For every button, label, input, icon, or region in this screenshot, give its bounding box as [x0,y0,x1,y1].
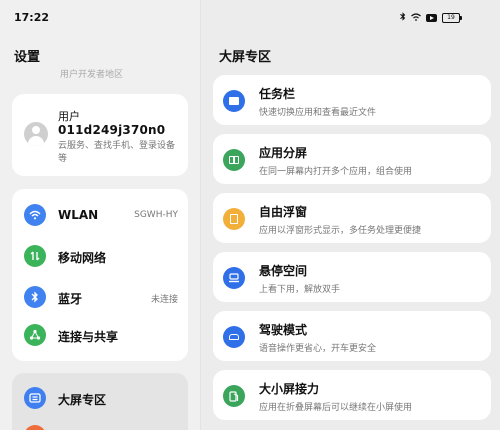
feature-description: 语音操作更省心，开车更安全 [259,344,377,354]
feature-description: 上看下用，解放双手 [259,285,341,295]
large-screen-title: 大屏专区 [219,50,272,65]
hover-space-icon [223,267,245,289]
share-icon [24,324,46,346]
feature-title: 大小屏接力 [259,382,320,396]
status-time: 17:22 [14,11,50,24]
account-card[interactable]: 用户 011d249j370n0 云服务、查找手机、登录设备等 [12,94,188,176]
account-id: 011d249j370n0 [58,123,166,137]
settings-item-bluetooth[interactable]: 蓝牙 未连接 [12,279,188,315]
connectivity-list: WLAN SGWH-HY 移动网络 蓝牙 未连接 连接与共享 [12,189,188,361]
feature-floating-window[interactable]: 自由浮窗 应用以浮窗形式显示，多任务处理更便捷 [213,193,491,243]
large-screen-icon [24,387,46,409]
video-icon [426,14,437,22]
feature-screen-relay[interactable]: 大小屏接力 应用在折叠屏幕后可以继续在小屏使用 [213,370,491,420]
feature-hover-space[interactable]: 悬停空间 上看下用，解放双手 [213,252,491,302]
floating-window-icon [223,208,245,230]
bluetooth-icon [400,12,406,24]
feature-taskbar[interactable]: 任务栏 快速切换应用和查看最近文件 [213,75,491,125]
feature-driving-mode[interactable]: 驾驶模式 语音操作更省心，开车更安全 [213,311,491,361]
settings-title: 设置 [14,50,41,65]
bluetooth-icon [24,286,46,308]
feature-description: 应用以浮窗形式显示，多任务处理更便捷 [259,226,422,236]
feature-split-screen[interactable]: 应用分屏 在同一屏幕内打开多个应用，组合使用 [213,134,491,184]
avatar [24,122,48,146]
scrolled-faded-text: 用户开发者地区 [60,70,124,80]
split-screen-icon [223,149,245,171]
settings-item-value: SGWH-HY [134,210,178,220]
settings-item-mobile-network[interactable]: 移动网络 [12,238,188,274]
settings-item-label: 移动网络 [58,251,107,265]
settings-item-label: 大屏专区 [58,393,107,407]
settings-pane: 17:22 设置 用户开发者地区 用户 011d249j370n0 云服务、查找… [0,0,200,430]
feature-title: 悬停空间 [259,264,308,278]
settings-item-connection-sharing[interactable]: 连接与共享 [12,317,188,353]
status-icons: 19 [400,12,462,24]
account-label: 用户 [58,110,80,123]
feature-description: 在同一屏幕内打开多个应用，组合使用 [259,167,413,177]
feature-title: 驾驶模式 [259,323,308,337]
feature-title: 任务栏 [259,87,296,101]
battery-icon: 19 [442,13,462,23]
mobile-network-icon [24,245,46,267]
car-icon [223,326,245,348]
feature-description: 快速切换应用和查看最近文件 [259,108,377,118]
settings-item-large-screen[interactable]: 大屏专区 [12,380,188,416]
screen-relay-icon [223,385,245,407]
taskbar-icon [223,90,245,112]
wifi-icon [24,204,46,226]
account-description: 云服务、查找手机、登录设备等 [58,141,176,164]
feature-title: 应用分屏 [259,146,308,160]
settings-item-label: WLAN [58,208,99,222]
settings-item-label: 连接与共享 [58,330,119,344]
large-screen-card: 大屏专区 [12,373,188,430]
settings-item-wlan[interactable]: WLAN SGWH-HY [12,197,188,233]
feature-title: 自由浮窗 [259,205,308,219]
settings-item-label: 蓝牙 [58,292,83,306]
wifi-icon [411,12,421,24]
large-screen-pane: 19 大屏专区 任务栏 快速切换应用和查看最近文件 应用分屏 在同一屏幕内打开多… [200,0,500,430]
next-item-icon [24,425,46,430]
settings-item-value: 未连接 [150,295,178,305]
feature-description: 应用在折叠屏幕后可以继续在小屏使用 [259,403,413,413]
